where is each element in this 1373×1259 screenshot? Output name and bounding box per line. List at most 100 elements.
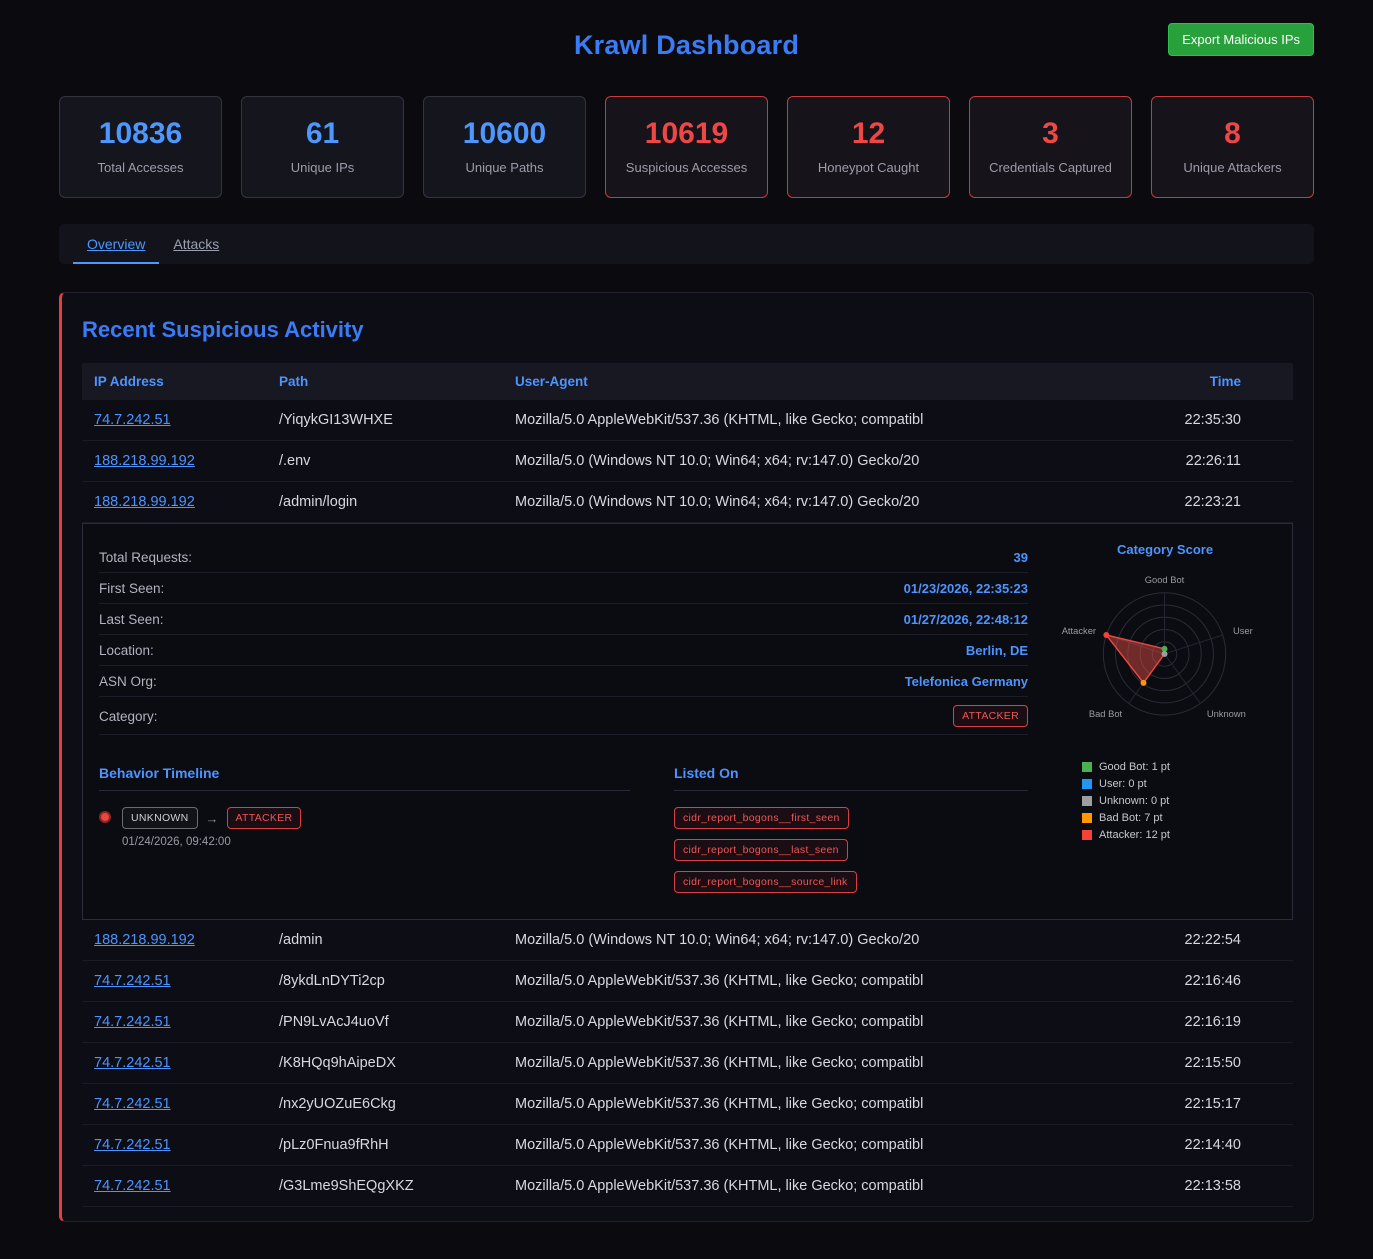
user-agent-cell: Mozilla/5.0 (Windows NT 10.0; Win64; x64… [515,453,1121,469]
path-cell: /pLz0Fnua9fRhH [279,1137,515,1153]
table-row: 74.7.242.51/8ykdLnDYTi2cpMozilla/5.0 App… [82,961,1293,1002]
panel-title: Recent Suspicious Activity [82,317,1293,343]
stat-label: Unique Attackers [1160,160,1305,175]
stat-label: Total Accesses [68,160,213,175]
user-agent-cell: Mozilla/5.0 (Windows NT 10.0; Win64; x64… [515,494,1121,510]
column-header: Path [279,374,515,389]
column-header: Time [1121,374,1281,389]
ip-link[interactable]: 188.218.99.192 [94,494,195,510]
ip-link[interactable]: 74.7.242.51 [94,412,171,428]
export-malicious-ips-button[interactable]: Export Malicious IPs [1168,23,1314,56]
time-cell: 22:35:30 [1121,412,1281,428]
time-cell: 22:26:11 [1121,453,1281,469]
legend-swatch-icon [1082,762,1092,772]
detail-field-value: 39 [1014,550,1028,565]
detail-field-row: Location: Berlin, DE [99,635,1028,666]
stat-value: 12 [796,117,941,151]
user-agent-cell: Mozilla/5.0 AppleWebKit/537.36 (KHTML, l… [515,1137,1121,1153]
table-rows-bottom: 188.218.99.192/adminMozilla/5.0 (Windows… [82,920,1293,1207]
stat-label: Suspicious Accesses [614,160,759,175]
ip-link[interactable]: 74.7.242.51 [94,1014,171,1030]
stat-card: 3Credentials Captured [969,96,1132,198]
ip-link[interactable]: 188.218.99.192 [94,453,195,469]
path-cell: /PN9LvAcJ4uoVf [279,1014,515,1030]
detail-field-row: ASN Org: Telefonica Germany [99,666,1028,697]
time-cell: 22:16:46 [1121,973,1281,989]
category-score-title: Category Score [1054,542,1276,557]
behavior-timeline-title: Behavior Timeline [99,765,630,791]
tab-bar: OverviewAttacks [59,224,1314,264]
ip-link[interactable]: 74.7.242.51 [94,1055,171,1071]
time-cell: 22:16:19 [1121,1014,1281,1030]
time-cell: 22:15:50 [1121,1055,1281,1071]
path-cell: /K8HQq9hAipeDX [279,1055,515,1071]
timeline-from-badge: UNKNOWN [122,807,198,829]
radar-legend: Good Bot: 1 ptUser: 0 ptUnknown: 0 ptBad… [1054,761,1276,841]
tab-attacks[interactable]: Attacks [159,224,233,264]
detail-field-label: Category: [99,709,158,724]
stat-card: 12 Honeypot Caught [787,96,950,198]
ip-link[interactable]: 74.7.242.51 [94,1096,171,1112]
table-row: 188.218.99.192 /.envMozilla/5.0 (Windows … [82,441,1293,482]
detail-field-label: ASN Org: [99,674,157,689]
legend-item: Bad Bot: 7 pt [1082,812,1276,824]
ip-link[interactable]: 74.7.242.51 [94,973,171,989]
ip-link[interactable]: 74.7.242.51 [94,1137,171,1153]
legend-swatch-icon [1082,796,1092,806]
legend-item: Unknown: 0 pt [1082,795,1276,807]
stat-card: 10600Unique Paths [423,96,586,198]
table-row: 74.7.242.51/G3Lme9ShEQgXKZMozilla/5.0 Ap… [82,1166,1293,1207]
path-cell: /nx2yUOZuE6Ckg [279,1096,515,1112]
stat-card: 10836Total Accesses [59,96,222,198]
detail-field-row: Category:ATTACKER [99,697,1028,735]
ip-link[interactable]: 188.218.99.192 [94,932,195,948]
tab-overview[interactable]: Overview [73,224,159,264]
page-title: Krawl Dashboard [574,30,799,61]
detail-field-row: First Seen:01/23/2026, 22:35:23 [99,573,1028,604]
ip-link[interactable]: 74.7.242.51 [94,1178,171,1194]
column-header: IP Address [94,374,279,389]
detail-field-value: Berlin, DE [966,643,1028,658]
legend-swatch-icon [1082,830,1092,840]
stat-label: Honeypot Caught [796,160,941,175]
detail-field-label: Location: [99,643,154,658]
user-agent-cell: Mozilla/5.0 AppleWebKit/537.36 (KHTML, l… [515,1178,1121,1194]
stat-value: 8 [1160,117,1305,151]
listed-on-badges: cidr_report_bogons__first_seencidr_repor… [674,807,1028,893]
stat-value: 10619 [614,117,759,151]
detail-field-label: Total Requests: [99,550,192,565]
stat-card: 8 Unique Attackers [1151,96,1314,198]
ip-detail-fields: Total Requests: 39 First Seen:01/23/2026, … [99,542,1028,893]
timeline-event: UNKNOWN→ATTACKER01/24/2026, 09:42:00 [99,807,630,848]
detail-field-row: Total Requests: 39 [99,542,1028,573]
legend-label: Unknown: 0 pt [1099,795,1169,807]
table-rows-top: 74.7.242.51/YiqykGI13WHXEMozilla/5.0 App… [82,400,1293,523]
svg-text:Attacker: Attacker [1062,626,1096,636]
user-agent-cell: Mozilla/5.0 (Windows NT 10.0; Win64; x64… [515,932,1121,948]
arrow-right-icon: → [206,811,219,826]
legend-swatch-icon [1082,813,1092,823]
path-cell: /8ykdLnDYTi2cp [279,973,515,989]
legend-swatch-icon [1082,779,1092,789]
detail-field-row: Last Seen:01/27/2026, 22:48:12 [99,604,1028,635]
time-cell: 22:23:21 [1121,494,1281,510]
detail-field-value: Telefonica Germany [905,674,1028,689]
user-agent-cell: Mozilla/5.0 AppleWebKit/537.36 (KHTML, l… [515,973,1121,989]
ip-detail-panel: Total Requests: 39 First Seen:01/23/2026, … [82,523,1293,920]
behavior-timeline-section: Behavior Timeline UNKNOWN→ATTACKER01/24/… [99,765,630,893]
timeline-to-badge: ATTACKER [227,807,302,829]
detail-field-value: 01/23/2026, 22:35:23 [904,581,1028,596]
stat-card: 61Unique IPs [241,96,404,198]
top-bar: Krawl Dashboard Export Malicious IPs [59,14,1314,76]
path-cell: /YiqykGI13WHXE [279,412,515,428]
category-score-section: Category Score Good BotUserUnknownBad Bo… [1054,542,1276,893]
listed-on-badge: cidr_report_bogons__source_link [674,871,857,893]
path-cell: /.env [279,453,515,469]
detail-field-label: Last Seen: [99,612,164,627]
legend-item: Good Bot: 1 pt [1082,761,1276,773]
behavior-timeline: UNKNOWN→ATTACKER01/24/2026, 09:42:00 [99,807,630,848]
user-agent-cell: Mozilla/5.0 AppleWebKit/537.36 (KHTML, l… [515,412,1121,428]
stat-label: Unique Paths [432,160,577,175]
timeline-dot-icon [99,811,111,823]
stat-label: Unique IPs [250,160,395,175]
